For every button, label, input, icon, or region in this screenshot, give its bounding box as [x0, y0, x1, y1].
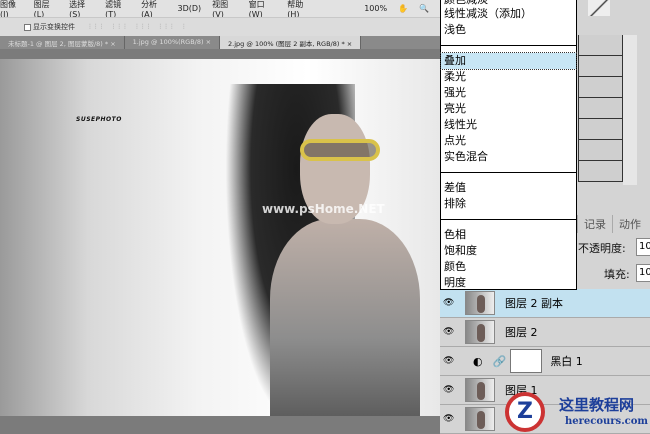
- doc-tab-2[interactable]: 1.jpg @ 100%(RGB/8) ×: [125, 36, 221, 49]
- brand-text: SUSEPHOTO: [76, 116, 122, 123]
- fill-input[interactable]: 10: [636, 264, 650, 282]
- menu-window[interactable]: 窗口(W): [249, 0, 277, 19]
- menu-image[interactable]: 图像(I): [0, 0, 23, 19]
- mask-thumbnail: [510, 349, 543, 373]
- separator: [441, 45, 576, 46]
- layer-row[interactable]: 👁 ◐ 🔗 黑白 1: [440, 347, 650, 376]
- separator: [441, 219, 576, 220]
- tab-label: 2.jpg @ 100% (图层 2 副本, RGB/8) *: [228, 40, 345, 48]
- layer-thumbnail: [465, 291, 495, 315]
- blend-saturation[interactable]: 饱和度: [441, 243, 576, 259]
- blend-pin-light[interactable]: 点光: [441, 133, 576, 149]
- separator: [441, 172, 576, 173]
- tab-history[interactable]: 记录: [577, 215, 612, 233]
- scrollbar[interactable]: [623, 35, 637, 185]
- logo-title: 这里教程网: [559, 396, 635, 414]
- menu-3d[interactable]: 3D(D): [178, 4, 202, 13]
- logo-z-icon: Z: [505, 392, 545, 432]
- layer-thumbnail: [465, 378, 495, 402]
- blend-difference[interactable]: 差值: [441, 180, 576, 196]
- watermark-text: www.psHome.NET: [262, 202, 385, 216]
- fill-label: 填充:: [604, 268, 630, 281]
- menu-help[interactable]: 帮助(H): [287, 0, 313, 19]
- blend-hard-light[interactable]: 强光: [441, 85, 576, 101]
- layer-thumbnail: [465, 320, 495, 344]
- blend-lighter-color[interactable]: 浅色: [441, 22, 576, 38]
- panel-tabs: 记录 动作: [577, 215, 647, 233]
- logo-url: herecours.com: [565, 416, 649, 427]
- photo: SUSEPHOTO www.psHome.NET: [0, 59, 440, 416]
- menu-layer[interactable]: 图层(L): [34, 0, 59, 19]
- opacity-input[interactable]: 10: [636, 238, 650, 256]
- site-logo: Z 这里教程网 herecours.com: [503, 390, 650, 434]
- adjustment-icon: ◐: [473, 354, 483, 368]
- doc-tab-1[interactable]: 未标题-1 @ 图层 2, 图层蒙版/8) * ×: [0, 36, 125, 49]
- layer-thumbnail: [465, 407, 495, 431]
- tab-actions[interactable]: 动作: [612, 215, 647, 233]
- eye-icon[interactable]: 👁: [443, 327, 461, 337]
- blend-hard-mix[interactable]: 实色混合: [441, 149, 576, 165]
- eye-icon[interactable]: 👁: [443, 414, 461, 424]
- blend-luminosity[interactable]: 明度: [441, 275, 576, 291]
- body: [270, 219, 420, 416]
- options-bar: 显示变换控件 ⫶⫶⫶ ⫶⫶⫶ ⫶⫶⫶ ⫶⫶⫶ ⫶: [0, 17, 440, 36]
- layer-name: 图层 2: [505, 326, 538, 339]
- canvas[interactable]: SUSEPHOTO www.psHome.NET: [0, 49, 440, 434]
- blend-exclusion[interactable]: 排除: [441, 196, 576, 212]
- hand-icon[interactable]: ✋: [398, 4, 408, 13]
- opacity-label: 不透明度:: [578, 242, 626, 255]
- menu-bar: 图像(I) 图层(L) 选择(S) 滤镜(T) 分析(A) 3D(D) 视图(V…: [0, 0, 440, 19]
- menu-select[interactable]: 选择(S): [69, 0, 94, 19]
- blend-overlay[interactable]: 叠加: [440, 52, 577, 70]
- eye-icon[interactable]: 👁: [443, 356, 461, 366]
- blend-vivid-light[interactable]: 亮光: [441, 101, 576, 117]
- menu-filter[interactable]: 滤镜(T): [105, 0, 130, 19]
- swatch-icon: [588, 0, 610, 16]
- blend-color[interactable]: 颜色: [441, 259, 576, 275]
- layer-row[interactable]: 👁 图层 2 副本: [440, 289, 650, 318]
- layer-row[interactable]: 👁 图层 2: [440, 318, 650, 347]
- doc-tab-3[interactable]: 2.jpg @ 100% (图层 2 副本, RGB/8) * ×: [220, 36, 362, 49]
- blend-hue[interactable]: 色相: [441, 227, 576, 243]
- layer-name: 图层 2 副本: [505, 297, 563, 310]
- sunglasses: [300, 139, 380, 161]
- align-icons[interactable]: ⫶⫶⫶ ⫶⫶⫶ ⫶⫶⫶ ⫶⫶⫶ ⫶: [89, 23, 189, 32]
- tab-label: 未标题-1 @ 图层 2, 图层蒙版/8) *: [8, 40, 109, 48]
- transform-checkbox[interactable]: [24, 23, 31, 31]
- zoom-icon[interactable]: 🔍: [419, 4, 429, 13]
- menu-analysis[interactable]: 分析(A): [141, 0, 166, 19]
- link-icon[interactable]: 🔗: [493, 355, 507, 368]
- eye-icon[interactable]: 👁: [443, 385, 461, 395]
- checkbox-label: 显示变换控件: [33, 23, 75, 31]
- tab-label: 1.jpg @ 100%(RGB/8): [132, 38, 204, 46]
- zoom-level[interactable]: 100%: [364, 4, 387, 13]
- blend-linear-light[interactable]: 线性光: [441, 117, 576, 133]
- style-grid[interactable]: [578, 35, 623, 185]
- blend-mode-dropdown: 颜色减淡 线性减淡（添加） 浅色 叠加 柔光 强光 亮光 线性光 点光 实色混合…: [440, 0, 577, 290]
- layer-name: 黑白 1: [550, 355, 583, 368]
- menu-view[interactable]: 视图(V): [212, 0, 237, 19]
- eye-icon[interactable]: 👁: [443, 298, 461, 308]
- blend-soft-light[interactable]: 柔光: [441, 69, 576, 85]
- blend-linear-dodge[interactable]: 线性减淡（添加）: [441, 6, 576, 22]
- document-tabs: 未标题-1 @ 图层 2, 图层蒙版/8) * × 1.jpg @ 100%(R…: [0, 36, 440, 49]
